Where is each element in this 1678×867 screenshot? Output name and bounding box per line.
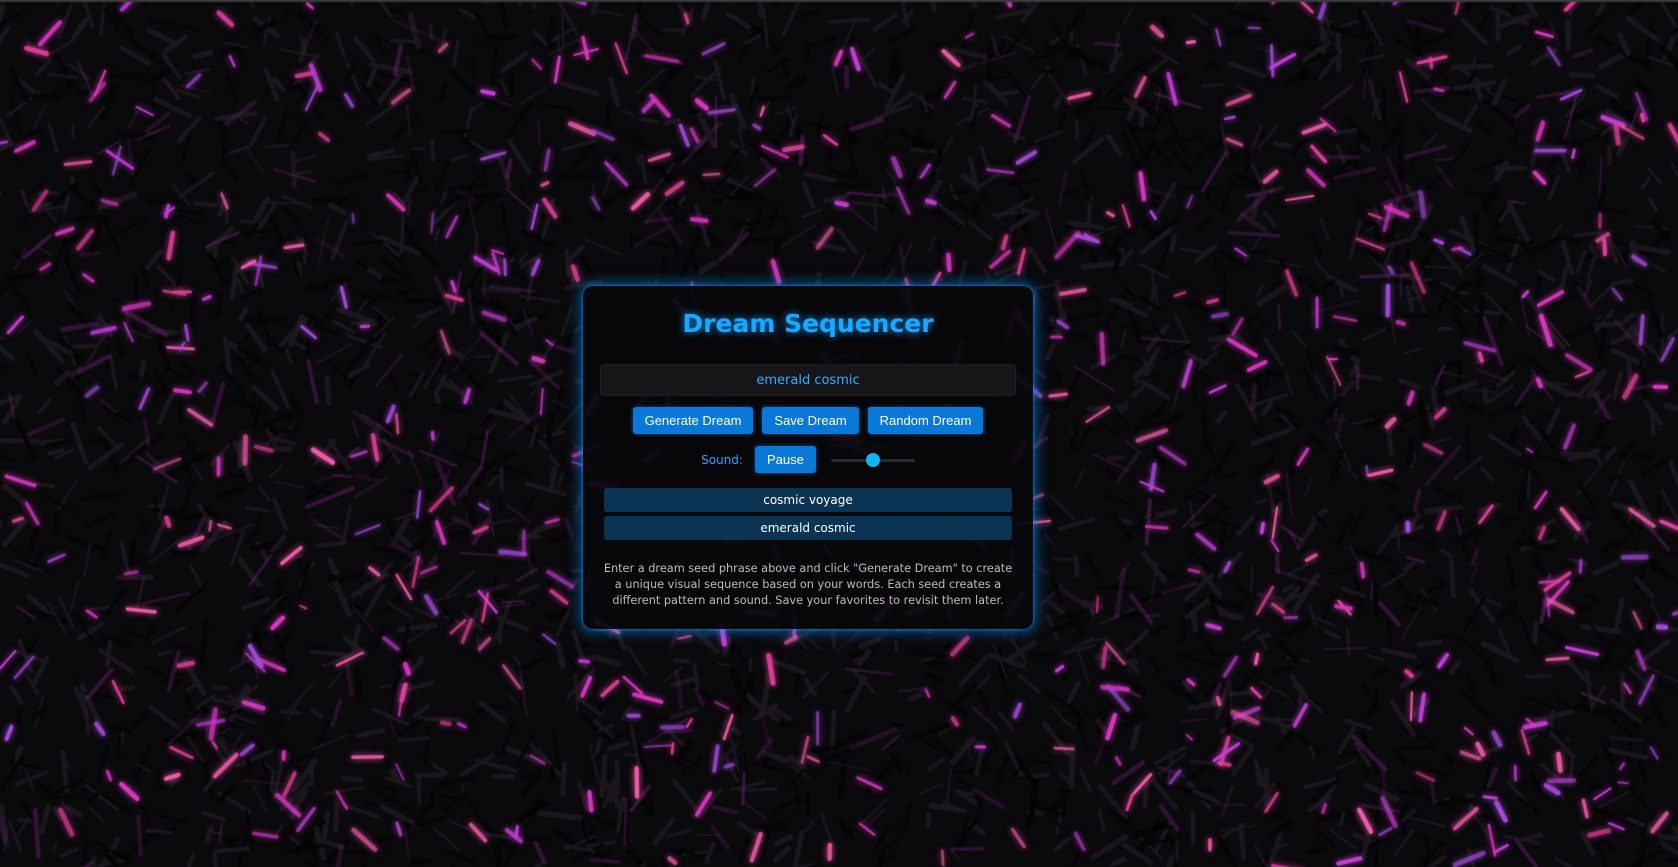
saved-dream-item[interactable]: emerald cosmic (604, 516, 1012, 540)
volume-slider[interactable] (830, 452, 915, 467)
control-panel: Dream Sequencer Generate Dream Save Drea… (583, 286, 1033, 629)
sound-pause-button[interactable]: Pause (754, 446, 816, 473)
action-buttons: Generate Dream Save Dream Random Dream (599, 407, 1017, 434)
saved-dreams-list: cosmic voyage emerald cosmic (599, 488, 1017, 540)
generate-dream-button[interactable]: Generate Dream (632, 407, 754, 434)
saved-dream-item[interactable]: cosmic voyage (604, 488, 1012, 512)
sound-label: Sound: (701, 452, 743, 467)
save-dream-button[interactable]: Save Dream (762, 407, 859, 434)
random-dream-button[interactable]: Random Dream (867, 407, 984, 434)
instructions-text: Enter a dream seed phrase above and clic… (603, 562, 1013, 607)
sound-controls: Sound: Pause (599, 446, 1017, 473)
app-title: Dream Sequencer (682, 309, 934, 338)
dream-seed-input[interactable] (600, 364, 1016, 396)
volume-slider-thumb[interactable] (865, 452, 880, 467)
